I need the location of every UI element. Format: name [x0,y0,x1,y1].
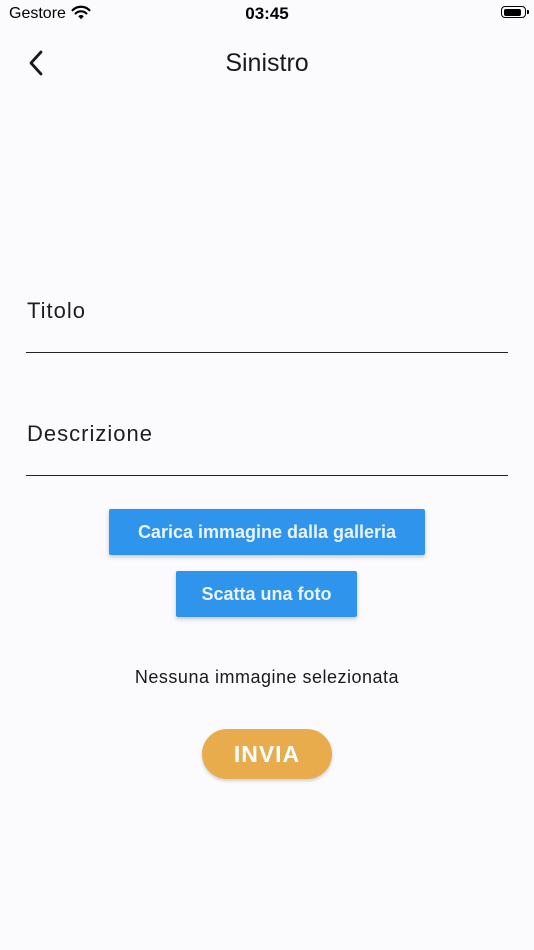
submit-button[interactable]: INVIA [202,729,332,779]
status-time: 03:45 [245,4,289,23]
title-field[interactable]: Titolo [26,292,508,353]
battery-icon [501,6,529,18]
description-field[interactable]: Descrizione [26,415,508,476]
no-image-selected-text: Nessuna immagine selezionata [134,667,400,687]
page-title: Sinistro [225,49,309,77]
upload-from-gallery-button[interactable]: Carica immagine dalla galleria [109,509,425,555]
battery-level [503,8,521,16]
navigation-bar: Sinistro [0,38,534,88]
title-field-label: Titolo [27,298,86,323]
description-field-label: Descrizione [27,421,153,446]
take-photo-button[interactable]: Scatta una foto [176,571,357,617]
status-bar: Gestore 03:45 [0,0,534,30]
battery-cap [527,10,529,14]
